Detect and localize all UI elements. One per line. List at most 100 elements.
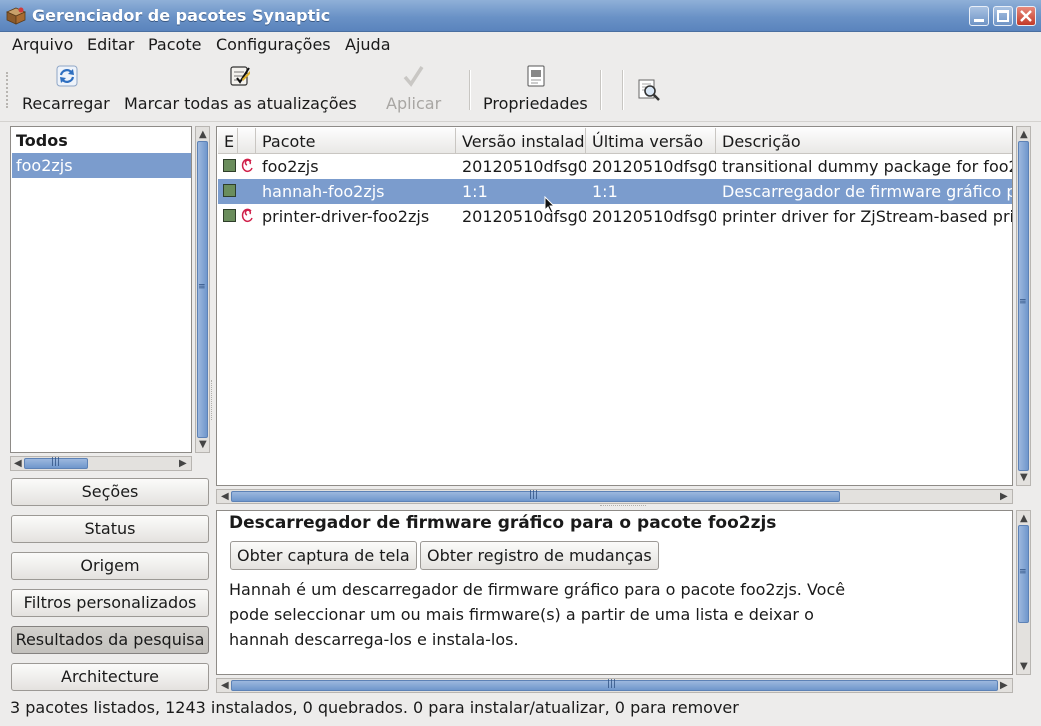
reload-button[interactable]: Recarregar — [18, 58, 116, 120]
scroll-right-arrow-icon[interactable]: ▶ — [179, 459, 187, 469]
details-line: pode seleccionar um ou mais firmware(s) … — [229, 605, 814, 624]
column-header-status[interactable]: E — [218, 128, 238, 154]
details-line: Hannah é um descarregador de firmware gr… — [229, 580, 846, 599]
filter-list: Todos foo2zjs — [10, 126, 192, 453]
column-header-package[interactable]: Pacote — [256, 128, 456, 154]
debian-swirl-icon — [241, 158, 253, 173]
scroll-down-arrow-icon[interactable]: ▼ — [199, 440, 207, 450]
details-horizontal-scrollbar[interactable]: ◀ ||| ▶ — [216, 678, 1013, 693]
toolbar-separator — [600, 70, 602, 110]
details-title: Descarregador de firmware gráfico para o… — [229, 513, 777, 533]
get-screenshot-button[interactable]: Obter captura de tela — [230, 541, 417, 570]
filter-list-header[interactable]: Todos — [12, 128, 191, 153]
window-title: Gerenciador de pacotes Synaptic — [32, 6, 331, 25]
scroll-grip-icon: ||| — [529, 490, 539, 500]
mouse-pointer-icon — [544, 196, 556, 214]
package-description: transitional dummy package for foo2zjs — [722, 157, 1013, 176]
latest-version: 20120510dfsg0 — [592, 207, 716, 226]
mark-all-upgrades-button[interactable]: Marcar todas as atualizações — [120, 58, 362, 120]
installed-status-icon[interactable] — [223, 159, 236, 172]
details-description: Hannah é um descarregador de firmware gr… — [229, 577, 869, 652]
apply-checkmark-icon — [403, 66, 424, 87]
menu-configuracoes[interactable]: Configurações — [216, 35, 331, 54]
minimize-icon — [974, 19, 984, 22]
package-name: printer-driver-foo2zjs — [262, 207, 430, 226]
reload-label: Recarregar — [22, 94, 110, 113]
filter-item-foo2zjs[interactable]: foo2zjs — [12, 153, 191, 178]
scroll-right-arrow-icon[interactable]: ▶ — [1000, 492, 1008, 502]
package-description: printer driver for ZjStream-based printe… — [722, 207, 1012, 226]
apply-label: Aplicar — [386, 94, 442, 113]
mark-upgrades-label: Marcar todas as atualizações — [124, 94, 357, 113]
scroll-up-arrow-icon[interactable]: ▲ — [199, 130, 207, 140]
menu-editar[interactable]: Editar — [87, 35, 134, 54]
close-button[interactable] — [1016, 6, 1036, 26]
package-row[interactable]: foo2zjs 20120510dfsg0 20120510dfsg0 tran… — [218, 154, 1013, 179]
scroll-up-arrow-icon[interactable]: ▲ — [1020, 514, 1028, 524]
scroll-grip-icon: ≡ — [1019, 297, 1027, 307]
scroll-left-arrow-icon[interactable]: ◀ — [221, 681, 229, 691]
synaptic-box-icon — [6, 7, 26, 25]
get-changelog-button[interactable]: Obter registro de mudanças — [420, 541, 659, 570]
properties-icon — [527, 65, 545, 87]
installed-version: 20120510dfsg0 — [462, 207, 586, 226]
search-icon[interactable] — [637, 78, 661, 102]
details-vertical-scrollbar[interactable]: ▲ ≡ ▼ — [1016, 510, 1031, 675]
installed-status-icon[interactable] — [223, 184, 236, 197]
minimize-button[interactable] — [969, 6, 989, 26]
package-row-selected[interactable]: hannah-foo2zjs 1:1 1:1 Descarregador de … — [218, 179, 1012, 204]
installed-version: 20120510dfsg0 — [462, 157, 586, 176]
column-header-support[interactable] — [238, 128, 256, 154]
scroll-grip-icon: ||| — [51, 457, 61, 467]
installed-version: 1:1 — [462, 182, 488, 201]
latest-version: 20120510dfsg0 — [592, 157, 716, 176]
package-row[interactable]: printer-driver-foo2zjs 20120510dfsg0 201… — [218, 204, 1012, 229]
column-header-installed-version[interactable]: Versão instalad — [456, 128, 586, 154]
package-list-horizontal-scrollbar[interactable]: ◀ ||| ▶ — [216, 489, 1013, 504]
scroll-down-arrow-icon[interactable]: ▼ — [1020, 473, 1028, 483]
scroll-grip-icon: ≡ — [1019, 567, 1027, 577]
installed-status-icon[interactable] — [223, 209, 236, 222]
column-header-latest-version[interactable]: Última versão — [586, 128, 716, 154]
menu-bar: Arquivo Editar Pacote Configurações Ajud… — [0, 32, 1041, 58]
menu-pacote[interactable]: Pacote — [148, 35, 201, 54]
pane-splitter-handle[interactable] — [600, 505, 646, 508]
apply-button[interactable]: Aplicar — [380, 58, 450, 120]
properties-label: Propriedades — [483, 94, 588, 113]
properties-button[interactable]: Propriedades — [478, 58, 596, 120]
toolbar-handle[interactable] — [6, 72, 10, 108]
origin-button[interactable]: Origem — [11, 552, 209, 580]
column-header-description[interactable]: Descrição — [716, 128, 1012, 154]
maximize-icon — [997, 10, 1009, 22]
reload-icon — [56, 65, 78, 87]
title-bar[interactable]: Gerenciador de pacotes Synaptic — [0, 0, 1041, 32]
scroll-right-arrow-icon[interactable]: ▶ — [1000, 681, 1008, 691]
package-name: hannah-foo2zjs — [262, 182, 385, 201]
architecture-button[interactable]: Architecture — [11, 663, 209, 691]
latest-version: 1:1 — [592, 182, 618, 201]
package-details-panel: Descarregador de firmware gráfico para o… — [216, 510, 1013, 675]
menu-arquivo[interactable]: Arquivo — [12, 35, 73, 54]
package-list: E Pacote Versão instalad Última versão D… — [216, 126, 1013, 486]
scroll-left-arrow-icon[interactable]: ◀ — [14, 459, 22, 469]
menu-ajuda[interactable]: Ajuda — [345, 35, 391, 54]
maximize-button[interactable] — [993, 6, 1013, 26]
toolbar-separator — [622, 70, 624, 110]
scroll-grip-icon: ||| — [607, 679, 617, 689]
sections-button[interactable]: Seções — [11, 478, 209, 506]
debian-swirl-icon — [241, 208, 253, 223]
scroll-up-arrow-icon[interactable]: ▲ — [1020, 130, 1028, 140]
toolbar-separator — [469, 70, 471, 110]
custom-filters-button[interactable]: Filtros personalizados — [11, 589, 209, 617]
filter-list-horizontal-scrollbar[interactable]: ◀ ||| ▶ — [10, 456, 192, 471]
scroll-left-arrow-icon[interactable]: ◀ — [221, 492, 229, 502]
scroll-down-arrow-icon[interactable]: ▼ — [1020, 662, 1028, 672]
toolbar: Recarregar Marcar todas as atualizações … — [0, 58, 1041, 122]
search-results-button[interactable]: Resultados da pesquisa — [11, 626, 209, 654]
package-list-vertical-scrollbar[interactable]: ▲ ≡ ▼ — [1016, 126, 1031, 486]
pane-splitter-handle[interactable] — [211, 380, 214, 420]
close-icon — [1020, 10, 1032, 22]
filter-list-vertical-scrollbar[interactable]: ▲ ≡ ▼ — [195, 126, 210, 453]
status-button[interactable]: Status — [11, 515, 209, 543]
status-bar: 3 pacotes listados, 1243 instalados, 0 q… — [10, 698, 739, 717]
